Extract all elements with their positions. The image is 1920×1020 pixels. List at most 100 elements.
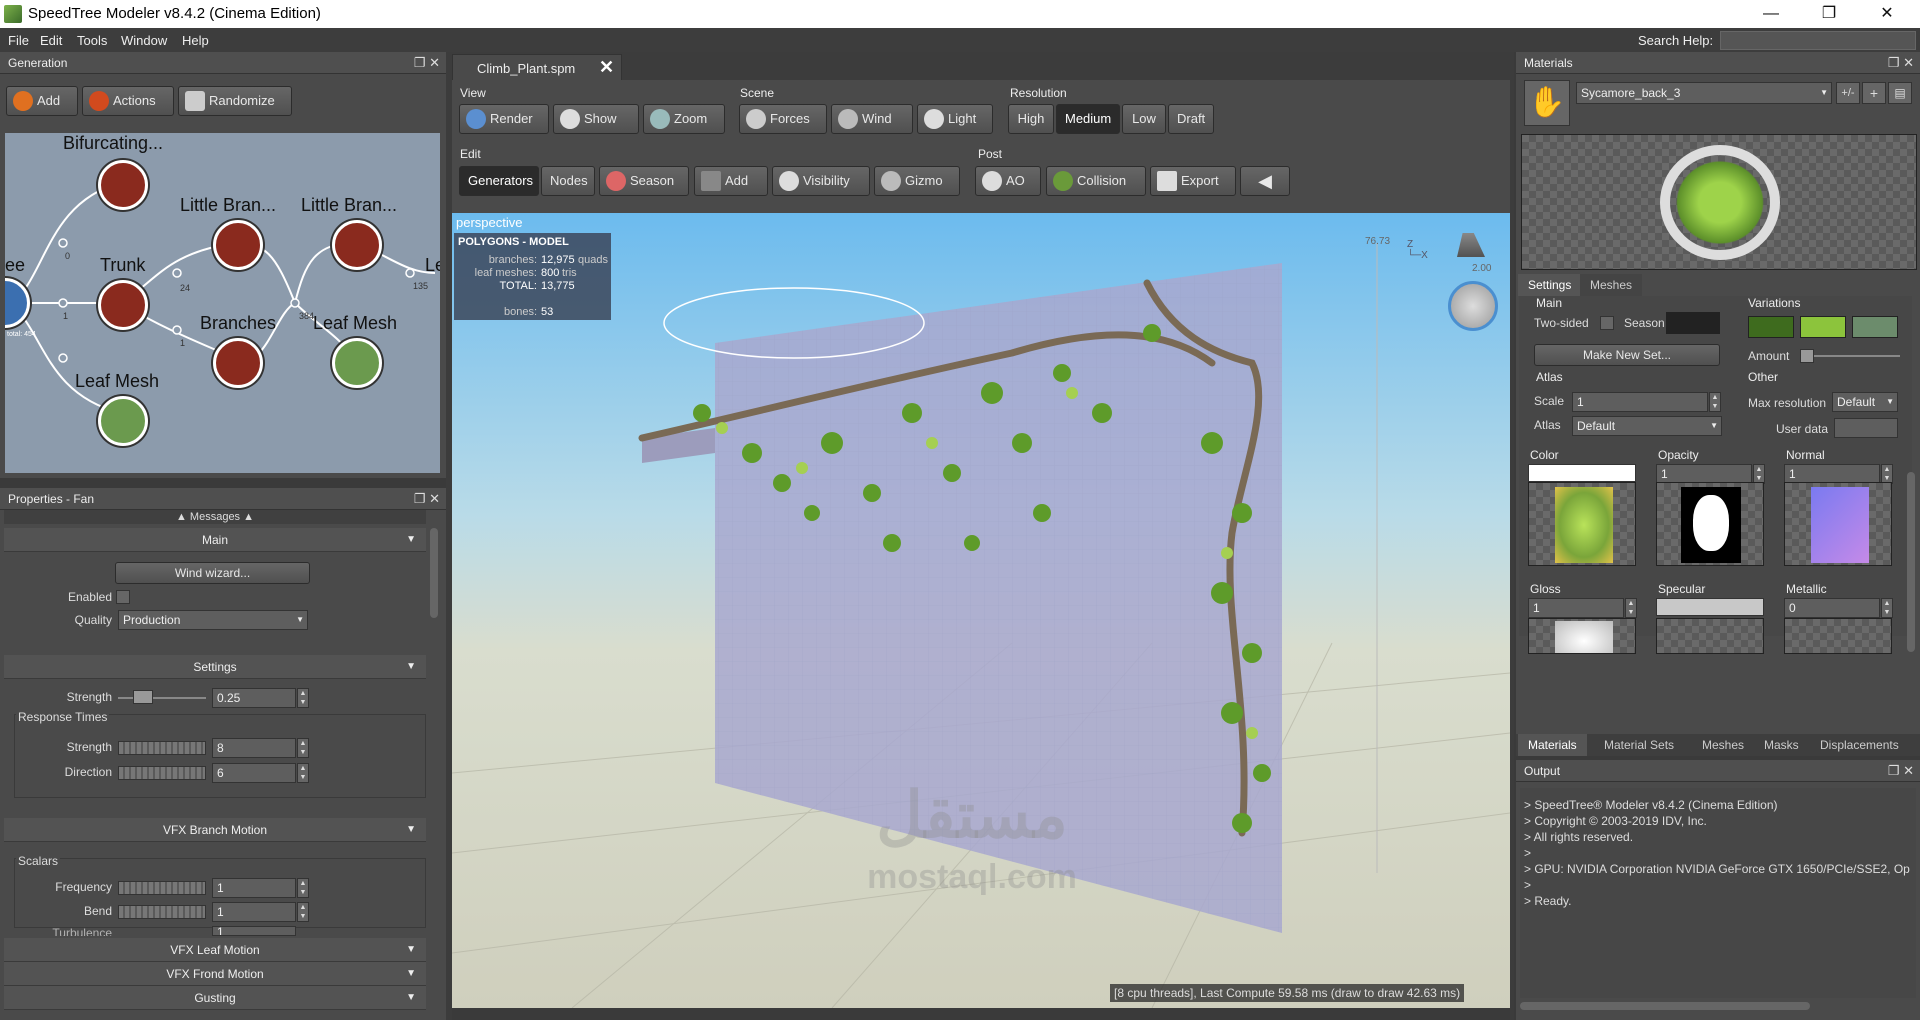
make-new-set-button[interactable]: Make New Set...	[1534, 344, 1720, 366]
light-button[interactable]: Light	[917, 104, 993, 134]
back-arrow-button[interactable]: ◀	[1240, 166, 1290, 196]
search-input[interactable]	[1720, 31, 1916, 50]
normal-map-thumb[interactable]	[1784, 482, 1892, 566]
generator-graph[interactable]: 0 1 24 1 384 135 ee total: 454 Bifurcati…	[5, 133, 440, 473]
add-node-button[interactable]: Add	[6, 86, 78, 116]
minimize-icon[interactable]: —	[1742, 0, 1800, 28]
gloss-spinner[interactable]: ▲ ▼	[1625, 598, 1637, 618]
section-vfx-leaf-motion[interactable]: VFX Leaf Motion ▼	[4, 938, 426, 962]
quality-select[interactable]: Production ▼	[118, 610, 308, 630]
amount-slider-track[interactable]	[1800, 355, 1900, 357]
turbulence-input[interactable]: 1	[212, 926, 296, 936]
gloss-map-thumb[interactable]	[1528, 618, 1636, 654]
normal-spinner[interactable]: ▲ ▼	[1881, 464, 1893, 484]
normal-input[interactable]: 1	[1784, 464, 1880, 484]
color-swatch[interactable]	[1528, 464, 1636, 482]
rt-direction-slider[interactable]	[118, 766, 206, 780]
bend-slider[interactable]	[118, 905, 206, 919]
actions-button[interactable]: Actions	[82, 86, 174, 116]
tab-meshes-bottom[interactable]: Meshes	[1692, 734, 1754, 756]
nodes-button[interactable]: Nodes	[541, 166, 595, 196]
resolution-high-button[interactable]: High	[1008, 104, 1054, 134]
atlas-select[interactable]: Default ▼	[1572, 416, 1722, 436]
scale-spinner[interactable]: ▲ ▼	[1709, 392, 1721, 412]
tab-displacements[interactable]: Displacements	[1810, 734, 1909, 756]
rt-strength-slider[interactable]	[118, 741, 206, 755]
export-button[interactable]: Export	[1150, 166, 1236, 196]
rt-strength-input[interactable]: 8	[212, 738, 296, 758]
metallic-spinner[interactable]: ▲ ▼	[1881, 598, 1893, 618]
trunk-node[interactable]	[98, 280, 148, 330]
leaf-mesh-node[interactable]	[332, 338, 382, 388]
max-resolution-select[interactable]: Default ▼	[1832, 392, 1898, 412]
menu-tools[interactable]: Tools	[77, 33, 107, 48]
opacity-spinner[interactable]: ▲ ▼	[1753, 464, 1765, 484]
rt-strength-spinner[interactable]: ▲ ▼	[297, 738, 309, 758]
tab-settings[interactable]: Settings	[1518, 274, 1582, 296]
edit-add-button[interactable]: Add	[694, 166, 768, 196]
season-color-swatch[interactable]	[1666, 312, 1720, 334]
user-data-input[interactable]	[1834, 418, 1898, 438]
section-settings[interactable]: Settings ▼	[4, 655, 426, 679]
close-tab-icon[interactable]: ✕	[599, 57, 614, 78]
ao-button[interactable]: AO	[975, 166, 1041, 196]
frequency-spinner[interactable]: ▲ ▼	[297, 878, 309, 898]
collision-button[interactable]: Collision	[1046, 166, 1146, 196]
specular-map-thumb[interactable]	[1656, 618, 1764, 654]
frequency-slider[interactable]	[118, 881, 206, 895]
restore-icon[interactable]: ❐	[1800, 0, 1858, 28]
materials-scrollbar[interactable]	[1907, 472, 1915, 652]
panel-float-close-icon[interactable]: ❐ ✕	[414, 52, 440, 74]
section-main[interactable]: Main ▼	[4, 528, 426, 552]
variation-swatch-1[interactable]	[1748, 316, 1794, 338]
menu-help[interactable]: Help	[182, 33, 209, 48]
opacity-input[interactable]: 1	[1656, 464, 1752, 484]
season-button[interactable]: Season	[599, 166, 689, 196]
scale-input[interactable]: 1	[1572, 392, 1708, 412]
show-button[interactable]: Show	[553, 104, 639, 134]
enabled-checkbox[interactable]	[116, 590, 130, 604]
bend-input[interactable]: 1	[212, 902, 296, 922]
resolution-draft-button[interactable]: Draft	[1168, 104, 1214, 134]
gloss-input[interactable]: 1	[1528, 598, 1624, 618]
variation-swatch-3[interactable]	[1852, 316, 1898, 338]
add-material-icon[interactable]: +	[1862, 82, 1886, 104]
hand-icon[interactable]: ✋	[1524, 80, 1570, 126]
section-gusting[interactable]: Gusting ▼	[4, 986, 426, 1010]
tab-masks[interactable]: Masks	[1754, 734, 1809, 756]
messages-bar[interactable]: ▲ Messages ▲	[4, 510, 426, 524]
properties-scrollbar[interactable]	[430, 528, 438, 618]
section-vfx-frond-motion[interactable]: VFX Frond Motion ▼	[4, 962, 426, 986]
rt-direction-input[interactable]: 6	[212, 763, 296, 783]
panel-float-close-icon[interactable]: ❐ ✕	[1888, 760, 1914, 782]
zoom-button[interactable]: Zoom	[643, 104, 725, 134]
plus-minus-icon[interactable]: +/-	[1836, 82, 1860, 104]
forces-button[interactable]: Forces	[739, 104, 827, 134]
visibility-button[interactable]: Visibility	[772, 166, 870, 196]
variation-swatch-2[interactable]	[1800, 316, 1846, 338]
3d-viewport[interactable]: perspective POLYGONS - MODEL branches: 1…	[452, 213, 1510, 1008]
frequency-input[interactable]: 1	[212, 878, 296, 898]
render-button[interactable]: Render	[459, 104, 549, 134]
gizmo-button[interactable]: Gizmo	[874, 166, 960, 196]
generators-button[interactable]: Generators	[459, 166, 539, 196]
randomize-button[interactable]: Randomize	[178, 86, 292, 116]
little-branches-node[interactable]	[213, 220, 263, 270]
material-select[interactable]: Sycamore_back_3 ▼	[1576, 82, 1832, 104]
amount-slider-handle[interactable]	[1800, 349, 1814, 363]
wind-button[interactable]: Wind	[831, 104, 913, 134]
little-branches-node-2[interactable]	[332, 220, 382, 270]
panel-float-close-icon[interactable]: ❐ ✕	[414, 488, 440, 510]
document-tab[interactable]: Climb_Plant.spm ✕	[452, 54, 622, 80]
section-vfx-branch-motion[interactable]: VFX Branch Motion ▼	[4, 818, 426, 842]
leaf-mesh-node-2[interactable]	[98, 396, 148, 446]
panel-float-close-icon[interactable]: ❐ ✕	[1888, 52, 1914, 74]
menu-edit[interactable]: Edit	[40, 33, 62, 48]
orientation-gizmo-icon[interactable]	[1448, 281, 1498, 331]
close-window-icon[interactable]: ✕	[1858, 0, 1916, 28]
tab-meshes[interactable]: Meshes	[1580, 274, 1643, 296]
bend-spinner[interactable]: ▲ ▼	[297, 902, 309, 922]
branches-node[interactable]	[213, 338, 263, 388]
menu-file[interactable]: File	[8, 33, 29, 48]
two-sided-checkbox[interactable]	[1600, 316, 1614, 330]
